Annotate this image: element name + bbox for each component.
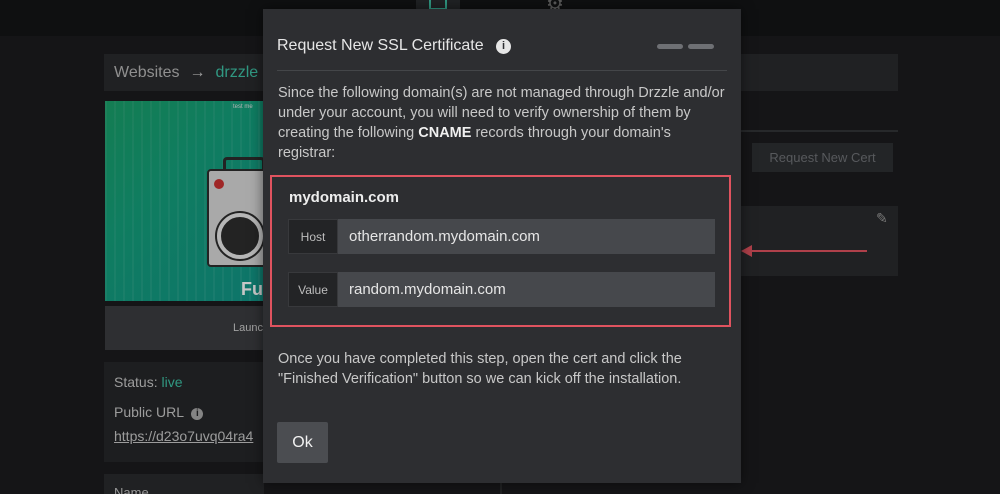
value-row: Value random.mydomain.com — [288, 272, 715, 307]
host-label: Host — [288, 219, 338, 254]
cname-record-box: mydomain.com Host otherrandom.mydomain.c… — [270, 175, 731, 327]
ok-button[interactable]: Ok — [277, 422, 328, 463]
value-label: Value — [288, 272, 338, 307]
host-value-field[interactable]: otherrandom.mydomain.com — [338, 219, 715, 254]
value-value-field[interactable]: random.mydomain.com — [338, 272, 715, 307]
minimize-icon[interactable] — [657, 44, 683, 49]
ssl-request-modal: Request New SSL Certificate i Since the … — [263, 9, 741, 483]
host-row: Host otherrandom.mydomain.com — [288, 219, 715, 254]
modal-instructions: Once you have completed this step, open … — [278, 351, 682, 387]
record-domain: mydomain.com — [289, 189, 400, 206]
info-icon[interactable]: i — [496, 39, 512, 54]
desc-cname: CNAME — [418, 125, 472, 141]
modal-description: Since the following domain(s) are not ma… — [278, 83, 728, 163]
modal-header: Request New SSL Certificate i — [277, 37, 727, 71]
minimize-icon[interactable] — [688, 44, 714, 49]
modal-title: Request New SSL Certificate — [277, 37, 484, 54]
